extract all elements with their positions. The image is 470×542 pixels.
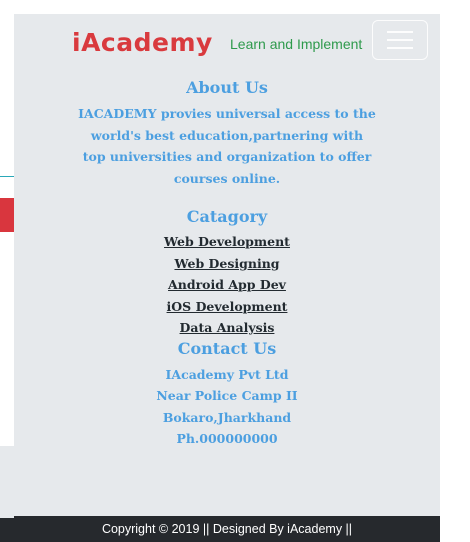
about-line: courses online. bbox=[173, 170, 281, 186]
hamburger-icon-line bbox=[387, 39, 413, 41]
background-red-bar bbox=[0, 198, 14, 232]
hamburger-icon-line bbox=[387, 47, 413, 49]
copyright-footer: Copyright © 2019 || Designed By iAcademy… bbox=[14, 516, 440, 542]
navbar-collapse-panel: iAcademy Learn and Implement About Us IA… bbox=[14, 14, 440, 542]
category-title: Catagory bbox=[186, 207, 268, 226]
about-title: About Us bbox=[186, 78, 268, 97]
brand-tagline: Learn and Implement bbox=[230, 36, 363, 52]
copyright-text: Copyright © 2019 || Designed By iAcademy… bbox=[101, 522, 353, 536]
contact-company: IAcademy Pvt Ltd bbox=[165, 366, 289, 382]
link-web-development[interactable]: Web Development bbox=[14, 231, 440, 253]
category-links: Web Development Web Designing Android Ap… bbox=[14, 231, 440, 339]
link-data-analysis[interactable]: Data Analysis bbox=[14, 317, 440, 339]
contact-details: IAcademy Pvt Ltd Near Police Camp II Bok… bbox=[14, 364, 440, 450]
link-web-designing[interactable]: Web Designing bbox=[14, 253, 440, 275]
about-text: IACADEMY provies universal access to the… bbox=[77, 103, 377, 189]
contact-title: Contact Us bbox=[177, 338, 277, 358]
contact-address-line: Near Police Camp II bbox=[156, 388, 298, 403]
footer-info: About Us IACADEMY provies universal acce… bbox=[14, 78, 440, 450]
brand-logo[interactable]: iAcademy bbox=[72, 28, 213, 57]
background-divider bbox=[0, 176, 14, 177]
link-ios-development[interactable]: iOS Development bbox=[14, 296, 440, 318]
contact-city: Bokaro,Jharkhand bbox=[162, 409, 292, 425]
about-line: IACADEMY provies universal access to the bbox=[78, 106, 376, 121]
about-line: top universities and organization to off… bbox=[82, 149, 372, 164]
link-android-app-dev[interactable]: Android App Dev bbox=[14, 274, 440, 296]
background-dark-block bbox=[0, 518, 14, 542]
about-line: world's best education,partnering with bbox=[90, 127, 364, 143]
contact-phone: Ph.000000000 bbox=[176, 431, 278, 446]
menu-toggle-button[interactable] bbox=[372, 20, 428, 60]
hamburger-icon bbox=[387, 31, 413, 33]
